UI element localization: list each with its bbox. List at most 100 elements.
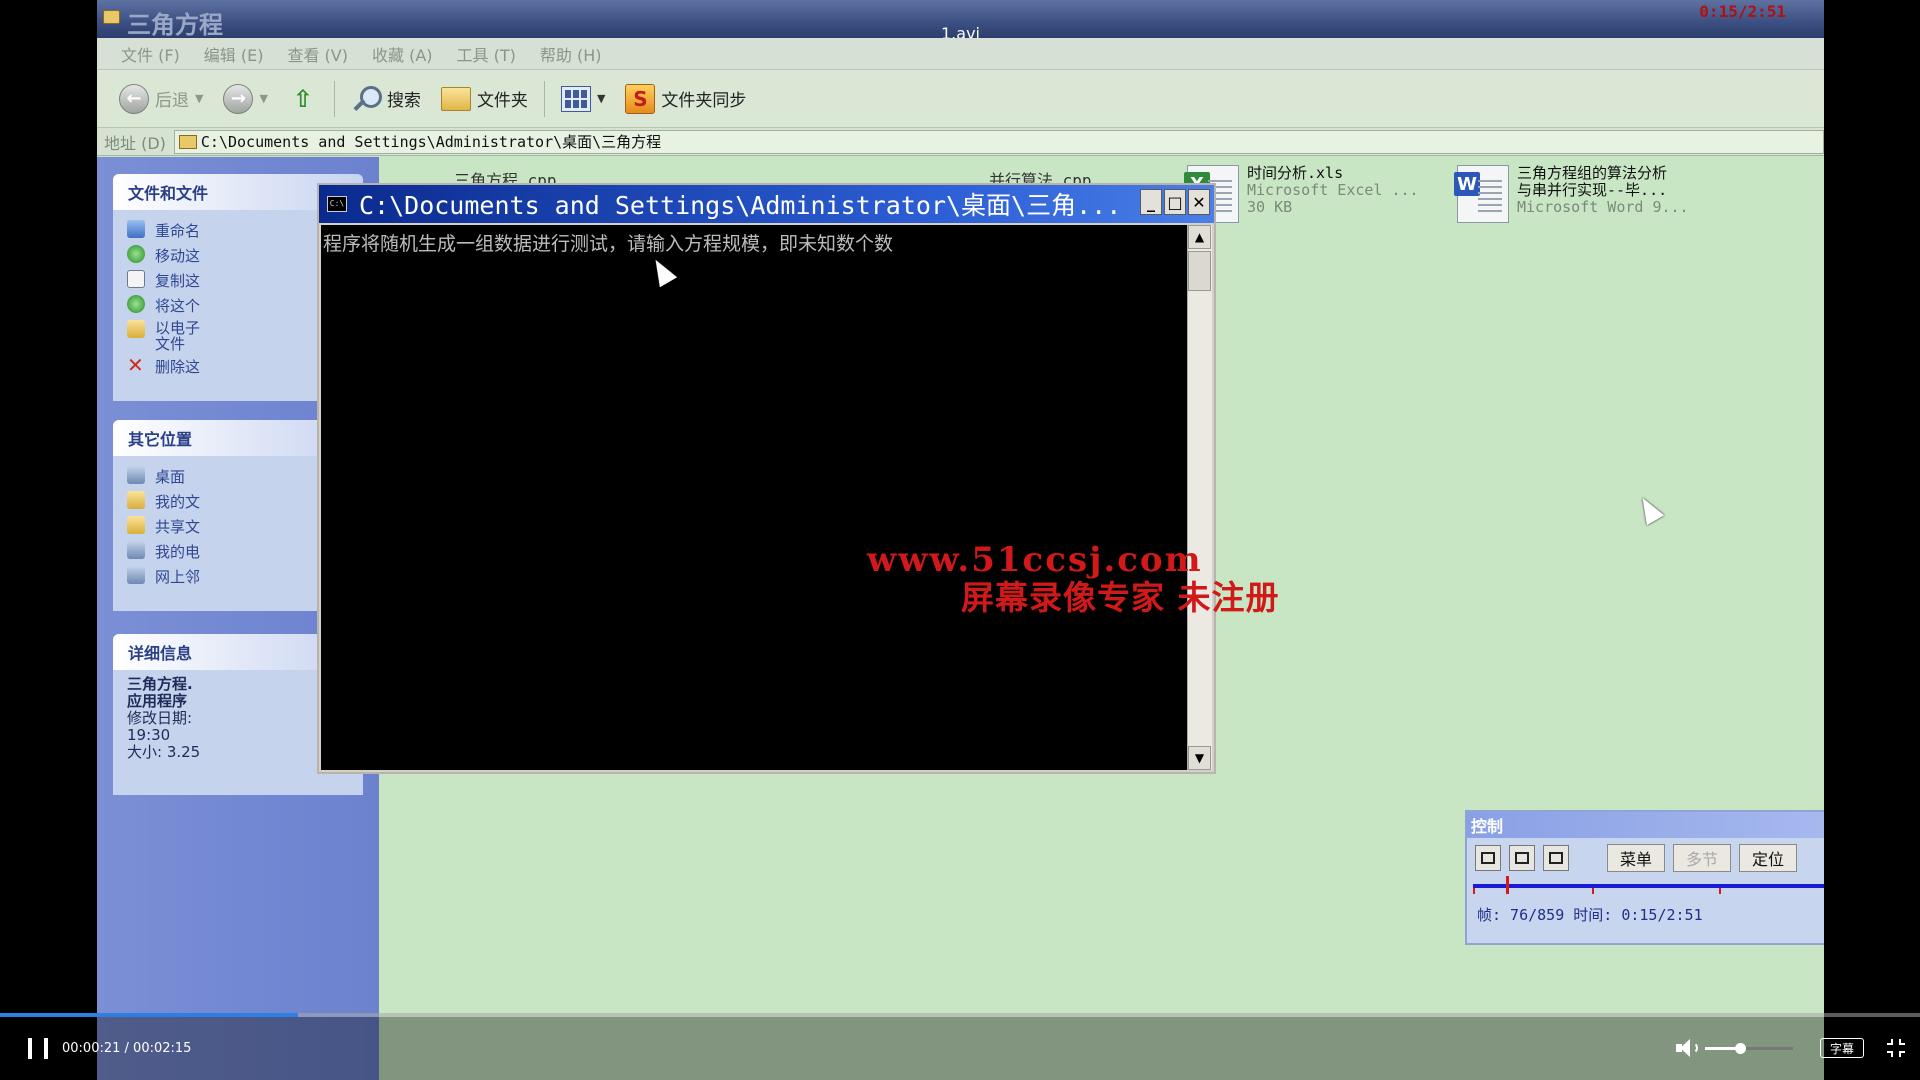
minimize-button[interactable]: _: [1140, 189, 1162, 215]
task-rename[interactable]: 重命名: [127, 220, 349, 241]
folder-up-icon: ⇧: [292, 84, 313, 113]
menu-help[interactable]: 帮助 (H): [528, 42, 614, 66]
menu-tools[interactable]: 工具 (T): [445, 42, 528, 66]
folder-sync-button[interactable]: S 文件夹同步: [615, 79, 756, 119]
volume-knob[interactable]: [1735, 1043, 1747, 1054]
task-label: 复制这: [155, 272, 201, 290]
chevron-down-icon: ▼: [195, 92, 204, 105]
pause-bar-icon: [44, 1038, 48, 1059]
console-title: C:\Documents and Settings\Administrator\…: [359, 191, 1122, 220]
multi-section-button[interactable]: 多节: [1673, 844, 1732, 872]
play-square-icon: [1481, 852, 1495, 864]
console-scrollbar[interactable]: ▲ ▼: [1187, 225, 1212, 770]
console-output[interactable]: 程序将随机生成一组数据进行测试，请输入方程规模，即未知数个数: [321, 225, 1187, 770]
views-button[interactable]: ▼: [551, 79, 615, 119]
forward-button[interactable]: → ▼: [213, 79, 277, 119]
task-email[interactable]: 以电子 文件: [127, 320, 349, 352]
place-desktop[interactable]: 桌面: [127, 466, 349, 487]
toolbar-divider: [333, 80, 335, 117]
recorder-time-readout: 0:15/2:51: [1699, 2, 1786, 21]
chevron-down-icon: ▼: [259, 92, 268, 105]
locate-button[interactable]: 定位: [1739, 844, 1798, 872]
file-size: 30 KB: [1247, 198, 1293, 216]
details-size: 大小: 3.25: [127, 743, 201, 761]
explorer-menubar: 文件 (F) 编辑 (E) 查看 (V) 收藏 (A) 工具 (T) 帮助 (H…: [97, 38, 1824, 70]
menu-button[interactable]: 菜单: [1607, 844, 1666, 872]
address-bar: 地址 (D) C:\Documents and Settings\Adminis…: [97, 128, 1824, 156]
place-network[interactable]: 网上邻: [127, 566, 349, 587]
seek-marker[interactable]: [1505, 876, 1509, 894]
up-folder-button[interactable]: ⇧: [278, 79, 328, 119]
maximize-button[interactable]: □: [1164, 189, 1186, 215]
folder-icon: [127, 491, 145, 509]
control-panel-titlebar: 控制 ✕: [1467, 812, 1824, 838]
current-time: 00:00:21: [62, 1041, 121, 1056]
task-copy[interactable]: 复制这: [127, 270, 349, 291]
task-move[interactable]: 移动这: [127, 245, 349, 266]
folder-icon: [178, 134, 197, 149]
place-label: 桌面: [155, 468, 186, 486]
scroll-thumb[interactable]: [1188, 251, 1211, 291]
window-controls: _ □ ✕: [1140, 189, 1210, 215]
network-icon: [127, 566, 145, 584]
playback-time: 00:00:21 / 00:02:15: [62, 1041, 191, 1056]
place-my-documents[interactable]: 我的文: [127, 491, 349, 512]
place-label: 我的电: [155, 543, 201, 561]
scroll-up-arrow-icon[interactable]: ▲: [1188, 225, 1211, 249]
time-separator: /: [120, 1041, 134, 1056]
file-item-excel[interactable]: X 时间分析.xls Microsoft Excel ... 30 KB: [1184, 165, 1419, 223]
menu-edit[interactable]: 编辑 (E): [192, 42, 276, 66]
volume-slider[interactable]: [1705, 1043, 1793, 1054]
address-input[interactable]: C:\Documents and Settings\Administrator\…: [173, 129, 1824, 154]
watermark-url: www.51ccsj.com: [867, 540, 1203, 580]
desktop-icon: [127, 466, 145, 484]
task-publish[interactable]: 将这个: [127, 295, 349, 316]
recorder-control-panel[interactable]: 控制 ✕ 菜单 多节 定位 帧: 76/859 时间: 0:15/2:51: [1465, 810, 1824, 945]
close-button[interactable]: ✕: [1188, 189, 1210, 215]
place-shared-documents[interactable]: 共享文: [127, 516, 349, 537]
menu-favorites[interactable]: 收藏 (A): [360, 42, 445, 66]
volume-icon[interactable]: [1676, 1038, 1698, 1058]
file-type: Microsoft Word 9...: [1517, 198, 1689, 216]
total-time: 00:02:15: [133, 1041, 192, 1056]
folder-icon: [127, 516, 145, 534]
control-panel-seek-track[interactable]: [1473, 876, 1824, 894]
frame-time-info: 帧: 76/859 时间: 0:15/2:51: [1477, 906, 1703, 924]
computer-icon: [127, 541, 145, 559]
exit-fullscreen-icon[interactable]: [1887, 1039, 1905, 1057]
file-item-word[interactable]: W 三角方程组的算法分析 与串并行实现--毕... Microsoft Word…: [1454, 165, 1689, 223]
task-delete[interactable]: ✕ 删除这: [127, 353, 349, 377]
search-label: 搜索: [386, 91, 421, 111]
scroll-down-arrow-icon[interactable]: ▼: [1188, 746, 1211, 770]
video-frame[interactable]: 三角方程 1.avi 0:15/2:51 文件 (F) 编辑 (E) 查看 (V…: [97, 0, 1824, 1080]
play-control-button[interactable]: [1475, 845, 1501, 871]
console-window[interactable]: C:\ C:\Documents and Settings\Administra…: [317, 183, 1216, 774]
place-label: 网上邻: [155, 568, 201, 586]
menu-view[interactable]: 查看 (V): [275, 42, 360, 66]
next-square-icon: [1549, 852, 1563, 864]
pause-button[interactable]: [28, 1038, 48, 1059]
seek-tick: [1473, 888, 1475, 894]
search-button[interactable]: 搜索: [341, 79, 431, 119]
stop-control-button[interactable]: [1509, 845, 1535, 871]
details-name: 三角方程.: [127, 675, 193, 693]
menu-file[interactable]: 文件 (F): [109, 42, 192, 66]
task-label: 重命名: [155, 222, 201, 240]
delete-x-icon: ✕: [127, 353, 144, 377]
folder-sync-label: 文件夹同步: [661, 91, 747, 111]
folders-label: 文件夹: [476, 91, 528, 111]
cmd-icon: C:\: [327, 196, 347, 212]
explorer-toolbar: ← 后退 ▼ → ▼ ⇧ 搜索 文件夹 ▼ S 文件夹同步: [97, 70, 1824, 128]
next-control-button[interactable]: [1543, 845, 1569, 871]
subtitle-button[interactable]: 字幕: [1820, 1038, 1864, 1058]
back-label: 后退: [155, 91, 189, 111]
task-label: 将这个: [155, 297, 201, 315]
back-button[interactable]: ← 后退 ▼: [109, 79, 213, 119]
search-icon: [351, 84, 382, 114]
folders-button[interactable]: 文件夹: [431, 79, 538, 119]
place-label: 共享文: [155, 518, 201, 536]
folders-icon: [440, 86, 471, 111]
console-titlebar[interactable]: C:\ C:\Documents and Settings\Administra…: [319, 185, 1214, 223]
back-arrow-icon: ←: [119, 83, 149, 114]
place-my-computer[interactable]: 我的电: [127, 541, 349, 562]
